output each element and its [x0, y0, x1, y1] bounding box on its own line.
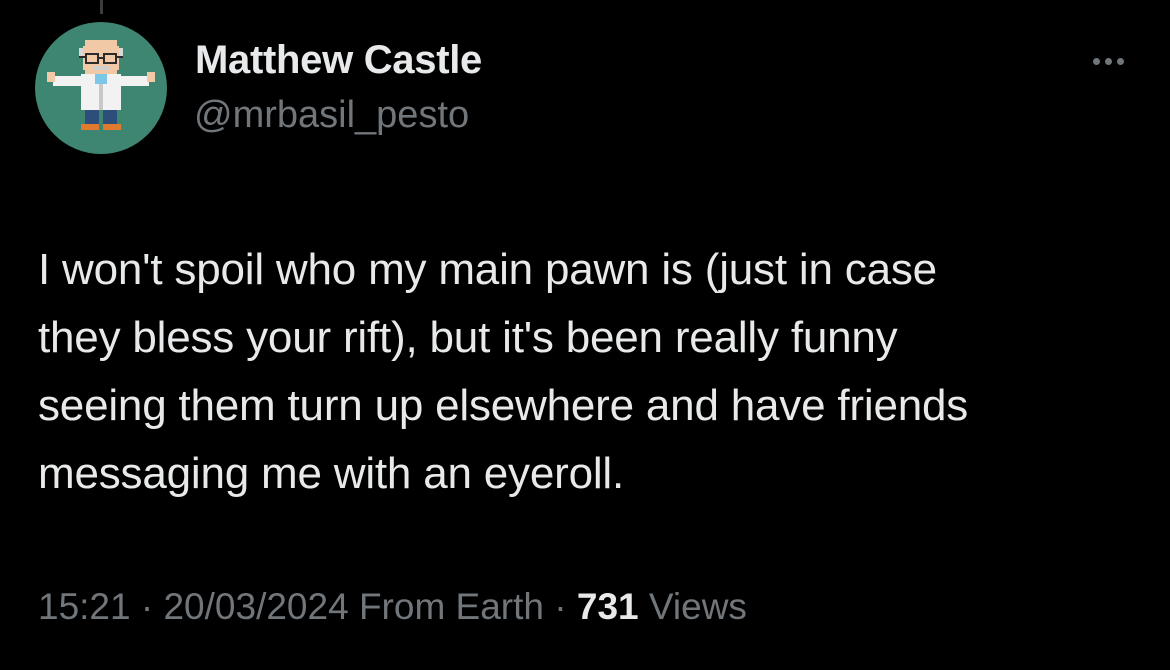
- tweet-date[interactable]: 20/03/2024: [163, 586, 348, 627]
- more-options-icon: [1092, 57, 1100, 65]
- more-options-icon-dot: [1104, 57, 1112, 65]
- tweet-time[interactable]: 15:21: [38, 586, 131, 627]
- more-options-icon-dot: [1116, 57, 1124, 65]
- tweet-metadata: 15:21 · 20/03/2024 From Earth · 731 View…: [38, 586, 747, 628]
- avatar[interactable]: [35, 22, 167, 154]
- tweet-source: From Earth: [358, 586, 544, 627]
- views-label: Views: [648, 586, 747, 627]
- tweet-text-line: seeing them turn up elsewhere and have f…: [38, 381, 969, 430]
- tweet-text-line: they bless your rift), but it's been rea…: [38, 313, 898, 362]
- thread-connector-line: [100, 0, 103, 14]
- separator-dot: ·: [544, 586, 577, 627]
- author-display-name[interactable]: Matthew Castle: [195, 38, 482, 83]
- tweet-text-line: I won't spoil who my main pawn is (just …: [38, 245, 937, 294]
- tweet-text-line: messaging me with an eyeroll.: [38, 449, 625, 498]
- pixel-art-scientist-avatar-icon: [47, 40, 155, 130]
- more-options-button[interactable]: [1080, 46, 1136, 76]
- author-handle[interactable]: @mrbasil_pesto: [194, 94, 469, 137]
- tweet-text: I won't spoil who my main pawn is (just …: [38, 236, 1148, 508]
- views-count[interactable]: 731: [577, 586, 639, 627]
- separator-dot: ·: [130, 586, 164, 627]
